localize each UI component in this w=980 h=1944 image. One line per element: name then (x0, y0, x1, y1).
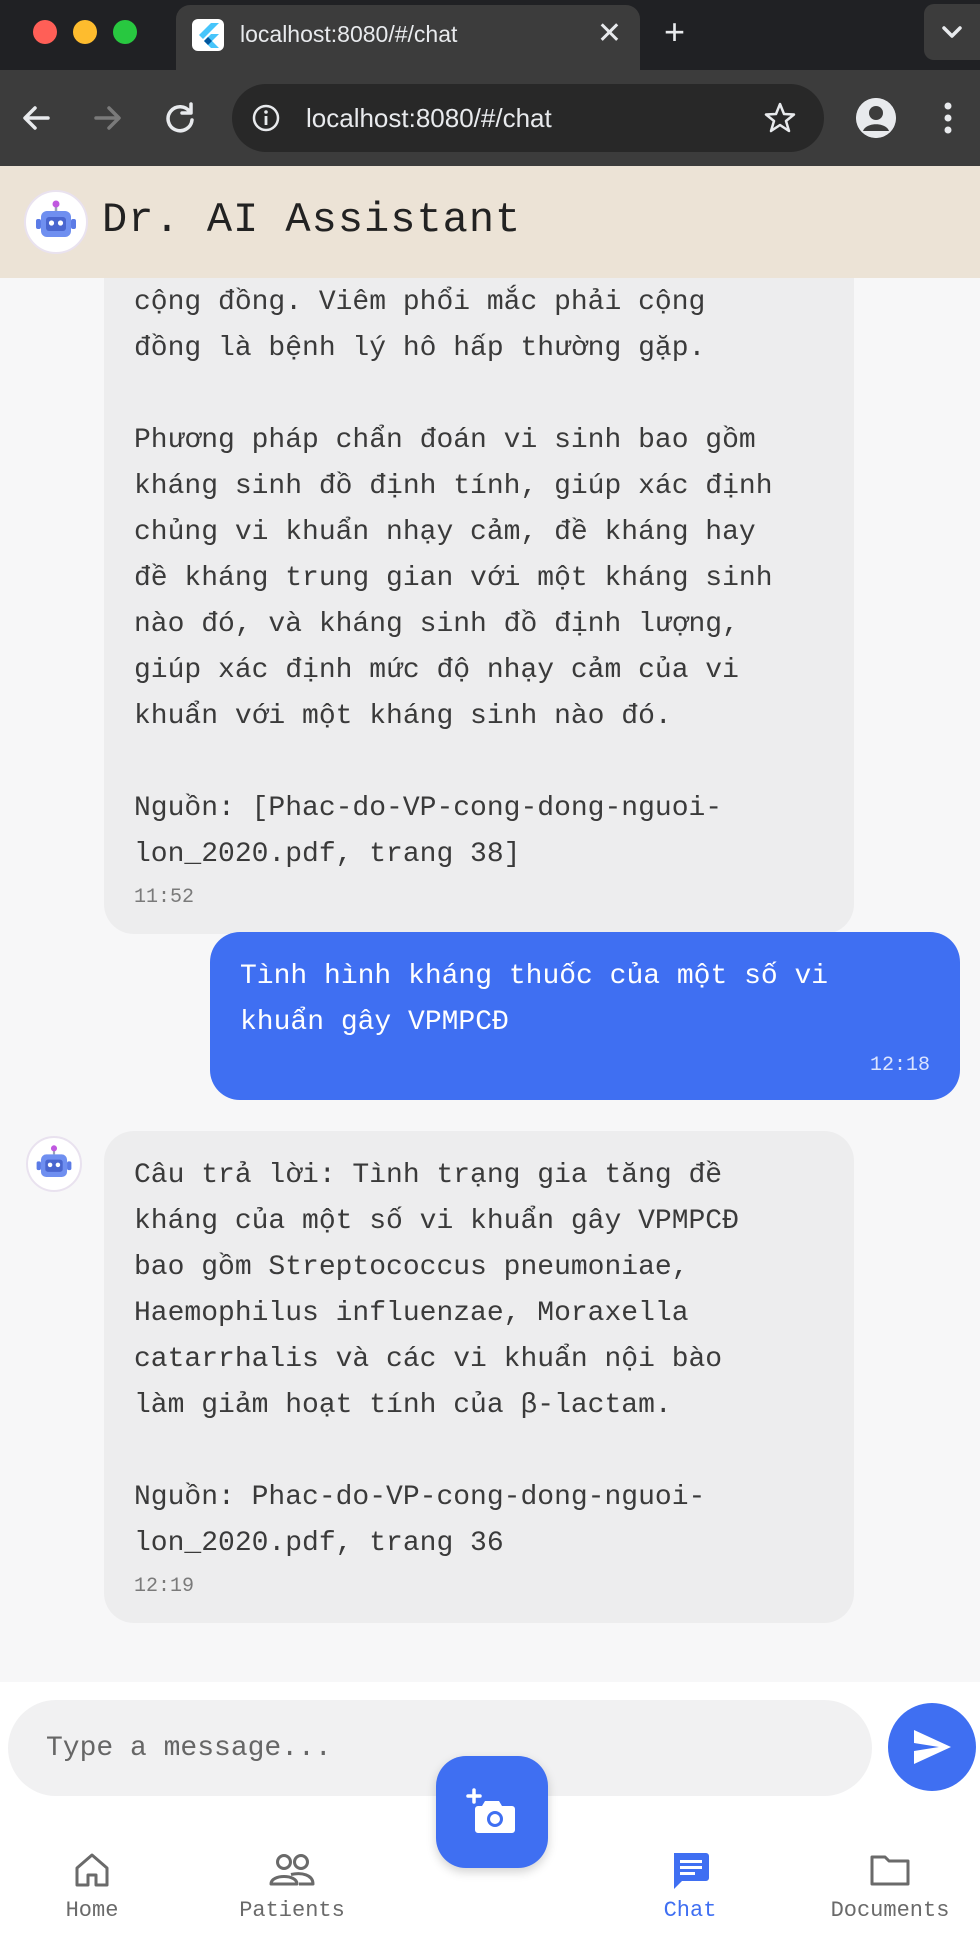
browser-tab-active[interactable]: localhost:8080/#/chat ✕ (176, 5, 640, 75)
nav-label: Chat (663, 1898, 717, 1923)
bot-message-bubble: Câu trả lời: Tình trạng gia tăng đề khán… (104, 1131, 854, 1623)
chat-message-list[interactable]: cộng đồng. Viêm phổi mắc phải cộng đồng … (0, 278, 980, 1682)
message-text: Câu trả lời: Tình trạng gia tăng đề khán… (134, 1160, 739, 1559)
message-timestamp: 11:52 (134, 886, 195, 909)
nav-item-home[interactable]: Home (12, 1848, 172, 1923)
window-maximize-button[interactable] (113, 20, 137, 44)
site-info-icon[interactable] (250, 102, 282, 134)
nav-label: Patients (239, 1898, 345, 1923)
address-bar[interactable]: localhost:8080/#/chat (232, 84, 824, 152)
robot-avatar-icon (24, 190, 88, 254)
add-photo-button[interactable] (436, 1756, 548, 1868)
robot-avatar-icon (26, 1136, 82, 1192)
message-timestamp: 12:19 (134, 1575, 195, 1598)
back-button[interactable] (14, 96, 58, 140)
folder-icon (810, 1848, 970, 1892)
home-icon (12, 1848, 172, 1892)
patients-icon (212, 1848, 372, 1892)
nav-item-chat[interactable]: Chat (610, 1848, 770, 1923)
url-text: localhost:8080/#/chat (306, 103, 552, 133)
send-button[interactable] (888, 1703, 976, 1791)
message-timestamp: 12:18 (869, 1054, 930, 1077)
browser-toolbar: localhost:8080/#/chat (0, 70, 980, 166)
tab-close-icon[interactable]: ✕ (597, 15, 622, 53)
user-message-bubble: Tình hình kháng thuốc của một số vi khuẩ… (210, 932, 960, 1100)
nav-item-documents[interactable]: Documents (810, 1848, 970, 1923)
tab-list-button[interactable] (924, 4, 980, 60)
window-minimize-button[interactable] (73, 20, 97, 44)
reload-button[interactable] (158, 96, 202, 140)
reload-icon (166, 102, 194, 133)
nav-item-patients[interactable]: Patients (212, 1848, 372, 1923)
send-icon (914, 1730, 951, 1764)
app-header: Dr. AI Assistant (0, 166, 980, 278)
forward-button[interactable] (86, 96, 130, 140)
nav-label: Documents (830, 1898, 950, 1923)
browser-tab-bar: localhost:8080/#/chat ✕ + (0, 0, 980, 75)
message-text: Tình hình kháng thuốc của một số vi khuẩ… (240, 961, 829, 1038)
flutter-favicon-icon (192, 19, 224, 51)
profile-avatar-icon[interactable] (856, 98, 896, 138)
nav-label: Home (65, 1898, 119, 1923)
browser-menu-icon[interactable] (930, 96, 966, 140)
bookmark-star-icon[interactable] (762, 100, 798, 136)
window-close-button[interactable] (33, 20, 57, 44)
message-text: cộng đồng. Viêm phổi mắc phải cộng đồng … (134, 287, 773, 870)
chat-icon (610, 1848, 770, 1892)
new-tab-button[interactable]: + (664, 10, 685, 54)
tab-title: localhost:8080/#/chat (240, 21, 458, 47)
add-photo-icon (466, 1788, 515, 1833)
bot-message-bubble: cộng đồng. Viêm phổi mắc phải cộng đồng … (104, 278, 854, 934)
app-title: Dr. AI Assistant (102, 196, 522, 244)
arrow-right-icon (94, 106, 121, 130)
chevron-down-icon (942, 26, 962, 38)
arrow-left-icon (23, 106, 50, 130)
